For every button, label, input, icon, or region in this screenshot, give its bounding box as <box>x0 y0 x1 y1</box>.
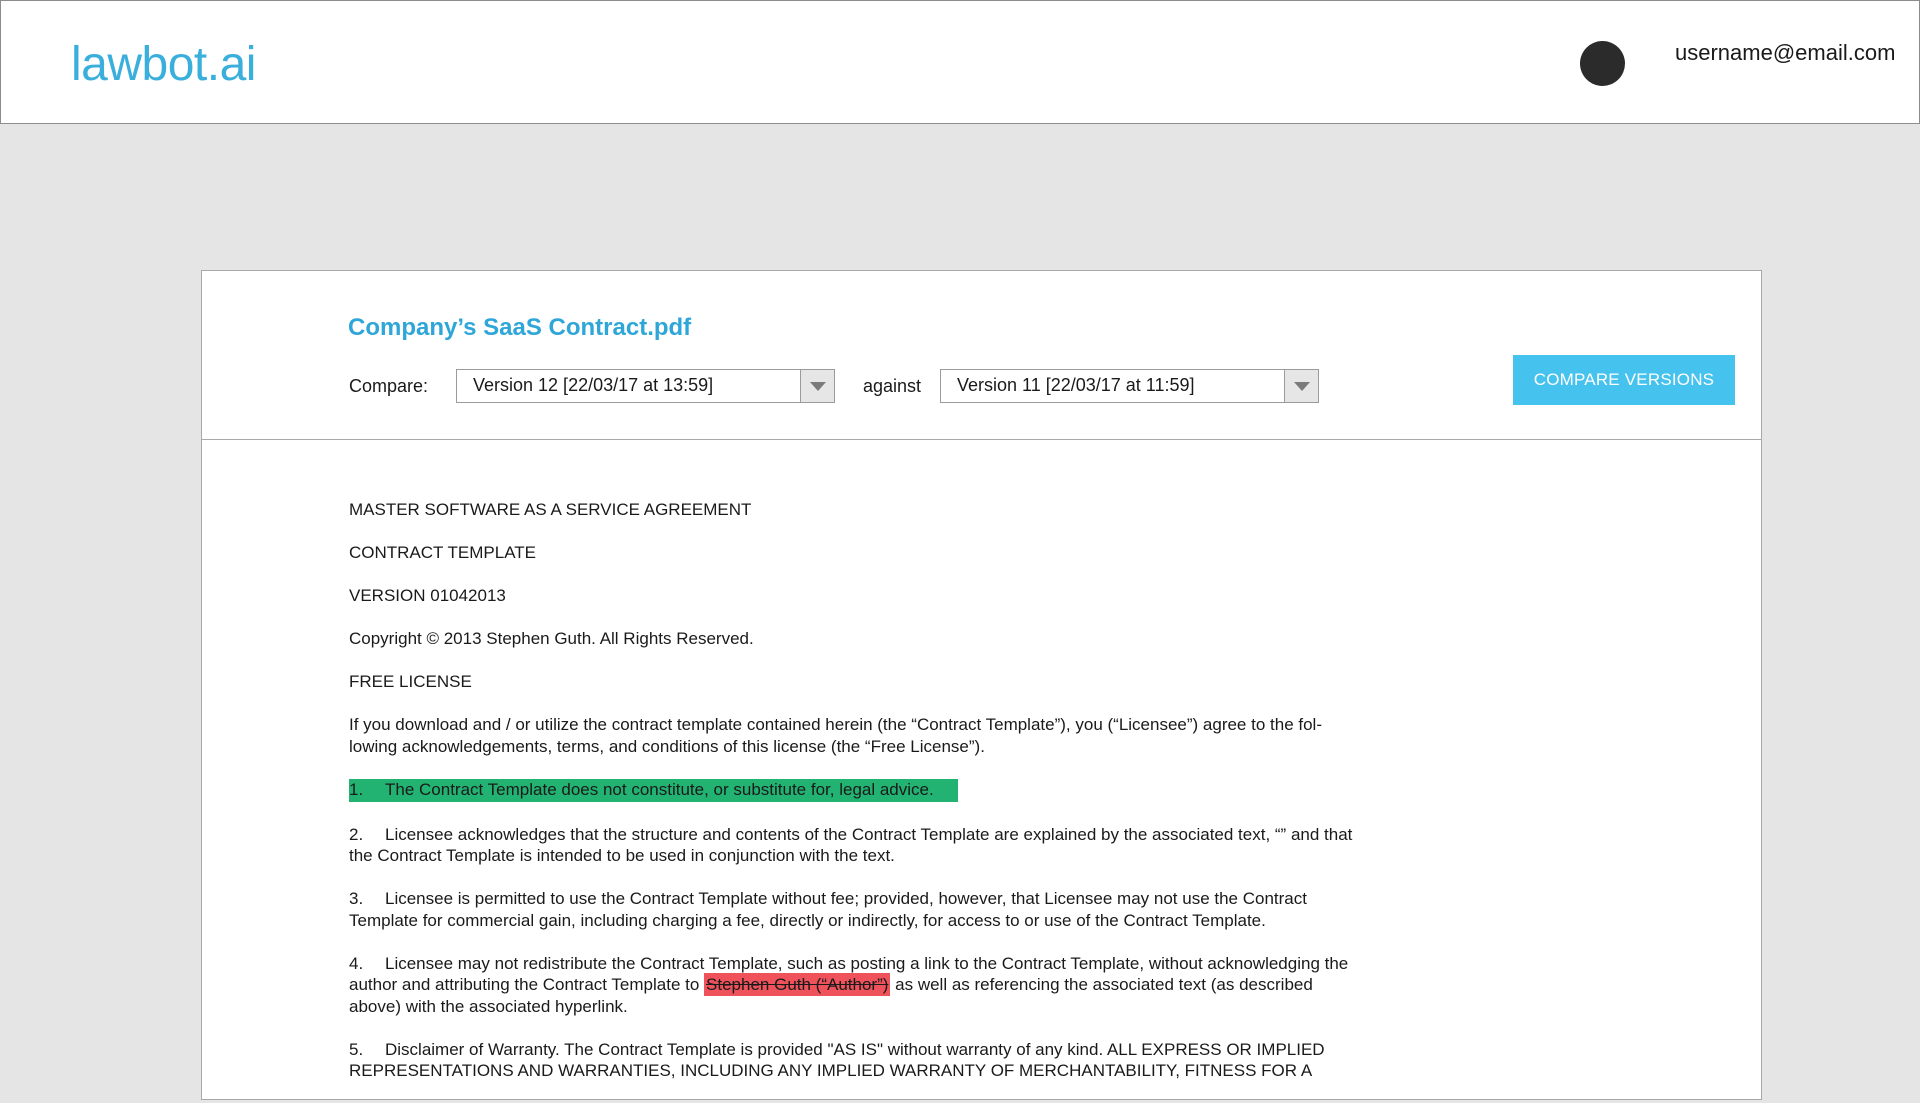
doc-heading: VERSION 01042013 <box>349 586 506 605</box>
version-b-select[interactable]: Version 11 [22/03/17 at 11:59] <box>940 369 1319 403</box>
doc-heading: CONTRACT TEMPLATE <box>349 543 537 562</box>
user-email[interactable]: username@email.com <box>1675 38 1895 68</box>
clause-1: 1. The Contract Template does not constit… <box>349 778 1359 802</box>
clause-text: Licensee is permitted to use the Contrac… <box>349 889 1307 930</box>
version-b-value: Version 11 [22/03/17 at 11:59] <box>957 375 1195 395</box>
version-a-value: Version 12 [22/03/17 at 13:59] <box>473 375 714 395</box>
clause-2: 2. Licensee acknowledges that the structu… <box>349 824 1359 867</box>
dropdown-toggle[interactable] <box>1284 370 1318 402</box>
chevron-down-icon <box>810 382 826 391</box>
against-label: against <box>863 376 922 396</box>
compare-label: Compare: <box>349 376 429 396</box>
doc-heading: MASTER SOFTWARE AS A SERVICE AGREEMENT <box>349 500 752 519</box>
document-title: Company’s SaaS Contract.pdf <box>348 314 692 341</box>
copyright-line: Copyright © 2013 Stephen Guth. All Right… <box>349 629 754 648</box>
clause-number: 4. <box>349 953 364 973</box>
clause-text: Licensee acknowledges that the structure… <box>349 824 1353 866</box>
document-content: MASTER SOFTWARE AS A SERVICE AGREEMENT C… <box>349 499 1359 1103</box>
chevron-down-icon <box>1294 382 1310 391</box>
avatar[interactable] <box>1580 41 1625 86</box>
clause-number: 1. <box>349 779 364 799</box>
clause-text: Disclaimer of Warranty. The Contract Tem… <box>349 1039 1325 1081</box>
document-panel: Company’s SaaS Contract.pdf Compare: Ver… <box>201 270 1762 1100</box>
top-bar: lawbot.ai username@email.com <box>0 0 1920 124</box>
removed-highlight: Stephen Guth (“Author”) <box>704 973 891 996</box>
clause-text: The Contract Template does not constitut… <box>385 779 934 799</box>
intro-paragraph: If you download and / or utilize the con… <box>349 715 1322 756</box>
clause-4: 4. Licensee may not redistribute the Cont… <box>349 953 1359 1018</box>
clause-3: 3. Licensee is permitted to use the Contr… <box>349 888 1359 931</box>
logo[interactable]: lawbot.ai <box>71 35 256 95</box>
clause-number: 3. <box>349 889 364 908</box>
compare-versions-button[interactable]: COMPARE VERSIONS <box>1513 355 1735 405</box>
clause-number: 5. <box>349 1039 364 1059</box>
clause-5: 5. Disclaimer of Warranty. The Contract T… <box>349 1039 1359 1082</box>
doc-heading: FREE LICENSE <box>349 672 472 691</box>
clause-number: 2. <box>349 824 364 844</box>
dropdown-toggle[interactable] <box>800 370 834 402</box>
version-a-select[interactable]: Version 12 [22/03/17 at 13:59] <box>456 369 835 403</box>
added-highlight: 1. The Contract Template does not constit… <box>349 778 958 802</box>
compare-header: Company’s SaaS Contract.pdf Compare: Ver… <box>202 271 1761 440</box>
